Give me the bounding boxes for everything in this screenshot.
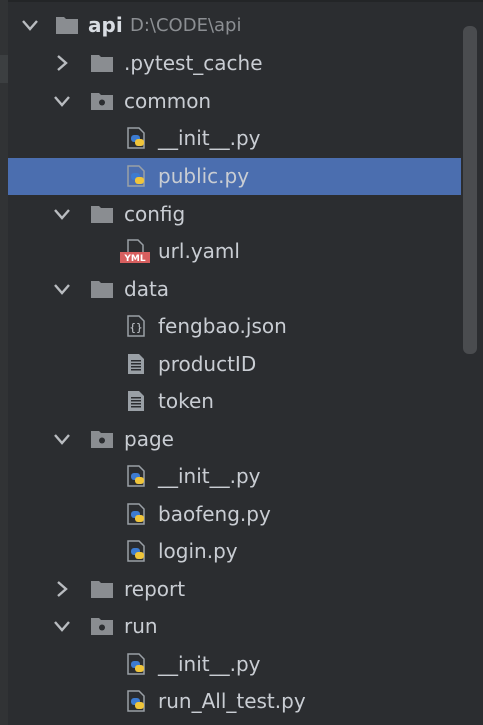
package-folder-icon <box>91 431 113 448</box>
svg-text:YML: YML <box>123 254 145 263</box>
tree-item[interactable]: __init__.py <box>8 646 461 683</box>
python-file-icon <box>127 690 145 712</box>
folder-icon <box>91 206 113 223</box>
tree-item[interactable]: run <box>8 608 461 645</box>
package-folder-icon <box>91 93 113 110</box>
left-strip-mark <box>0 55 8 83</box>
chevron-right-icon[interactable] <box>52 579 72 599</box>
tree-item[interactable]: {} fengbao.json <box>8 308 461 345</box>
svg-text:{}: {} <box>129 321 142 334</box>
tree-item-label: public.py <box>158 164 250 188</box>
root-label: api <box>88 13 123 37</box>
tree-item-label: baofeng.py <box>158 502 271 526</box>
yaml-file-icon: YML <box>120 239 150 263</box>
tree-item-label: login.py <box>158 539 238 563</box>
project-tree: api D:\CODE\api .pytest_cachecommon __ini… <box>0 0 483 725</box>
folder-icon <box>91 281 113 298</box>
tree-item-label: page <box>124 427 174 451</box>
chevron-down-icon[interactable] <box>52 279 72 299</box>
left-tool-strip <box>0 0 8 725</box>
tree-item[interactable]: login.py <box>8 533 461 570</box>
tree-item-label: __init__.py <box>158 652 261 676</box>
tree-item-label: .pytest_cache <box>124 51 263 75</box>
tree-item-label: fengbao.json <box>158 314 287 338</box>
vertical-scrollbar[interactable] <box>463 26 477 354</box>
root-path: D:\CODE\api <box>130 15 242 36</box>
python-file-icon <box>127 503 145 525</box>
tree-item[interactable]: baofeng.py <box>8 496 461 533</box>
python-file-icon <box>127 653 145 675</box>
tree-item[interactable]: __init__.py <box>8 120 461 157</box>
tree-item[interactable]: page <box>8 421 461 458</box>
tree-item-label: report <box>124 577 186 601</box>
python-file-icon <box>127 540 145 562</box>
tree-item[interactable]: run_All_test.py <box>8 683 461 720</box>
tree-item[interactable]: report <box>8 571 461 608</box>
tree-item-label: __init__.py <box>158 126 261 150</box>
tree-item-label: config <box>124 202 186 226</box>
folder-icon <box>56 17 78 34</box>
chevron-down-icon[interactable] <box>52 429 72 449</box>
folder-icon <box>91 55 113 72</box>
tree-item[interactable]: productID <box>8 346 461 383</box>
tree-item-label: url.yaml <box>158 239 240 263</box>
chevron-down-icon[interactable] <box>52 616 72 636</box>
text-file-icon <box>128 391 144 411</box>
tree-root-api[interactable]: api D:\CODE\api <box>8 7 461 44</box>
text-file-icon <box>128 354 144 374</box>
tree-item[interactable]: token <box>8 383 461 420</box>
chevron-down-icon[interactable] <box>20 15 40 35</box>
python-file-icon <box>127 165 145 187</box>
package-folder-icon <box>91 618 113 635</box>
tree-item-label: common <box>124 89 212 113</box>
chevron-down-icon[interactable] <box>52 204 72 224</box>
tree-item-label: productID <box>158 352 257 376</box>
tree-item-label: __init__.py <box>158 464 261 488</box>
python-file-icon <box>127 127 145 149</box>
tree-item[interactable]: .pytest_cache <box>8 45 461 82</box>
top-edge <box>0 0 483 2</box>
tree-item-label: run_All_test.py <box>158 689 306 713</box>
tree-item-label: token <box>158 389 214 413</box>
tree-item[interactable]: data <box>8 271 461 308</box>
json-file-icon: {} <box>127 315 145 337</box>
tree-item[interactable]: public.py <box>8 158 461 195</box>
folder-icon <box>91 581 113 598</box>
tree-item[interactable]: __init__.py <box>8 458 461 495</box>
tree-item[interactable]: config <box>8 196 461 233</box>
tree-item[interactable]: common <box>8 83 461 120</box>
tree-item-label: data <box>124 277 170 301</box>
tree-item[interactable]: YML url.yaml <box>8 233 461 270</box>
chevron-down-icon[interactable] <box>52 91 72 111</box>
python-file-icon <box>127 465 145 487</box>
tree-item-label: run <box>124 614 158 638</box>
chevron-right-icon[interactable] <box>52 53 72 73</box>
